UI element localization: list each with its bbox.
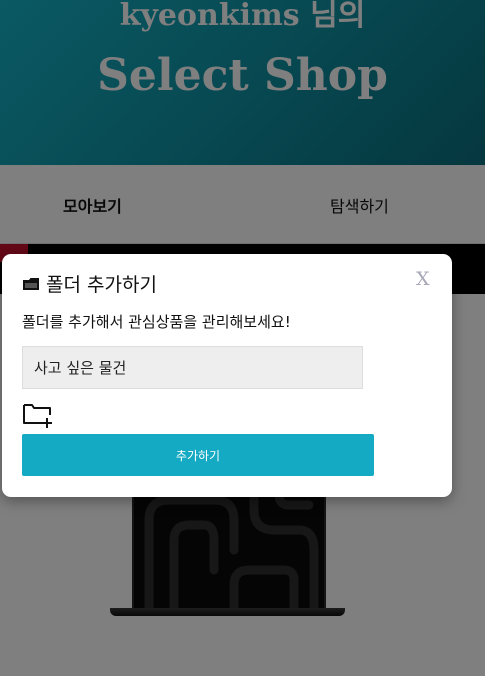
- close-button[interactable]: X: [416, 268, 430, 290]
- folder-name-input[interactable]: [22, 346, 363, 389]
- modal-description: 폴더를 추가해서 관심상품을 관리해보세요!: [22, 313, 291, 331]
- modal-title: 폴더 추가하기: [22, 270, 157, 297]
- folder-plus-icon[interactable]: [22, 401, 54, 429]
- folder-icon: [23, 277, 39, 290]
- add-folder-button[interactable]: 추가하기: [22, 434, 374, 476]
- modal-title-text: 폴더 추가하기: [46, 274, 157, 296]
- add-folder-modal: 폴더 추가하기 X 폴더를 추가해서 관심상품을 관리해보세요! 추가하기: [2, 254, 452, 497]
